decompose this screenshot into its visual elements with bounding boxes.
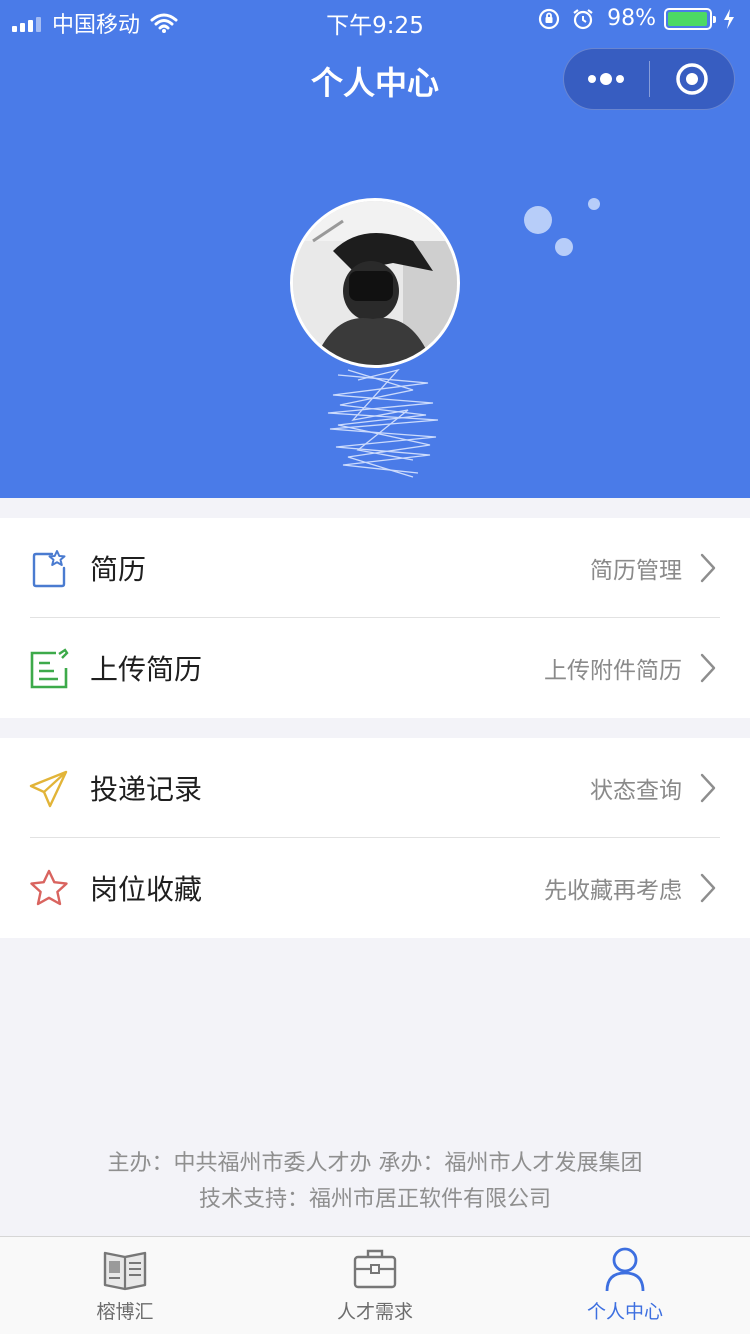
menu-subtitle: 状态查询 — [590, 778, 682, 804]
menu-row-delivery-records[interactable]: 投递记录 状态查询 — [0, 738, 750, 838]
menu-title: 投递记录 — [90, 773, 203, 806]
tab-label: 榕博汇 — [96, 1301, 154, 1323]
tab-personal-center[interactable]: 个人中心 — [500, 1237, 750, 1334]
chevron-right-icon — [700, 873, 716, 903]
tab-talent-demand[interactable]: 人才需求 — [250, 1237, 500, 1334]
tab-label: 人才需求 — [336, 1301, 413, 1323]
chevron-right-icon — [700, 553, 716, 583]
menu-group-resume: 简历 简历管理 上传简历 上传附件简历 — [0, 518, 750, 718]
footer-credits: 主办：中共福州市委人才办 承办：福州市人才发展集团 技术支持：福州市居正软件有限… — [0, 1146, 750, 1218]
book-icon — [103, 1251, 147, 1291]
decor-bubble — [555, 238, 573, 256]
person-icon — [605, 1247, 645, 1292]
tab-bar: 榕博汇 人才需求 个人中心 — [0, 1236, 750, 1334]
more-dots-icon — [588, 73, 625, 85]
decor-bubble — [588, 198, 600, 210]
battery-percent: 98% — [607, 6, 656, 31]
mini-program-capsule — [563, 48, 735, 110]
menu-subtitle: 上传附件简历 — [544, 658, 682, 684]
menu-row-job-favorites[interactable]: 岗位收藏 先收藏再考虑 — [0, 838, 750, 938]
avatar[interactable] — [290, 198, 460, 368]
upload-edit-icon — [30, 648, 69, 689]
chevron-right-icon — [700, 653, 716, 683]
menu-row-upload-resume[interactable]: 上传简历 上传附件简历 — [0, 618, 750, 718]
charging-bolt-icon — [724, 8, 734, 29]
tab-label: 个人中心 — [586, 1301, 663, 1323]
more-button[interactable] — [564, 48, 649, 110]
orientation-lock-icon — [538, 8, 560, 29]
menu-subtitle: 简历管理 — [590, 558, 682, 584]
briefcase-icon — [353, 1249, 397, 1289]
profile-header: 中国移动 下午9:25 98% 个人中心 — [0, 0, 750, 498]
alarm-icon — [573, 8, 593, 29]
tab-rongbohui[interactable]: 榕博汇 — [0, 1237, 250, 1334]
menu-title: 简历 — [90, 553, 147, 586]
footer-organizer: 主办：中共福州市委人才办 承办：福州市人才发展集团 — [107, 1151, 643, 1176]
battery-icon — [664, 7, 716, 30]
decor-bubble — [524, 206, 552, 234]
target-circle-icon — [676, 63, 708, 95]
user-avatar-photo — [293, 201, 457, 365]
menu-title: 上传简历 — [90, 653, 203, 686]
footer-tech-support: 技术支持：福州市居正软件有限公司 — [198, 1187, 551, 1212]
paper-plane-icon — [29, 770, 68, 808]
menu-group-applications: 投递记录 状态查询 岗位收藏 先收藏再考虑 — [0, 738, 750, 938]
menu-row-resume[interactable]: 简历 简历管理 — [0, 518, 750, 618]
chevron-right-icon — [700, 773, 716, 803]
name-scribble — [327, 368, 439, 478]
menu-title: 岗位收藏 — [90, 873, 203, 906]
star-outline-icon — [30, 869, 68, 906]
resume-star-icon — [32, 550, 66, 588]
status-bar: 中国移动 下午9:25 98% — [0, 0, 750, 40]
menu-subtitle: 先收藏再考虑 — [544, 878, 682, 904]
close-mini-program-button[interactable] — [650, 48, 735, 110]
